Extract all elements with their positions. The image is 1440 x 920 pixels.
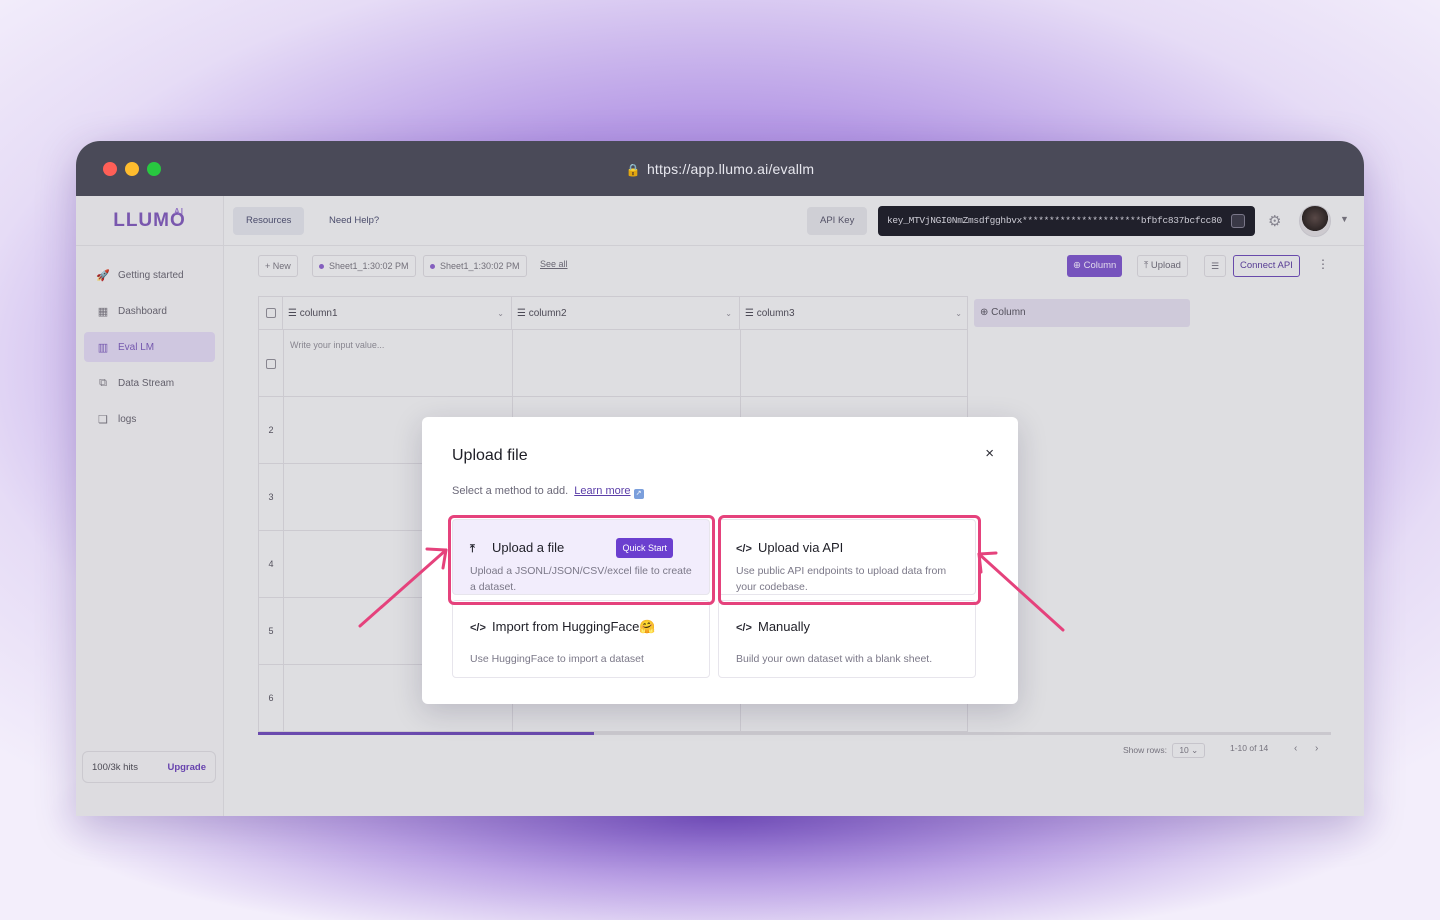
url-text: https://app.llumo.ai/evallm [646,161,815,177]
quick-start-badge: Quick Start [616,538,673,558]
card-description: Upload a JSONL/JSON/CSV/excel file to cr… [470,565,692,593]
title-bar: 🔒 https://app.llumo.ai/evallm [76,141,1364,196]
learn-more-link[interactable]: Learn more [574,485,630,497]
close-icon[interactable]: × [985,445,994,462]
card-title-text: Import from HuggingFace [492,619,640,634]
manually-card[interactable]: </> Manually Build your own dataset with … [718,600,976,678]
upload-via-api-card[interactable]: </> Upload via API Use public API endpoin… [718,519,976,595]
card-description: Build your own dataset with a blank shee… [736,653,933,665]
card-title: ⤒ Upload a file [470,540,564,556]
huggingface-card[interactable]: </> Import from HuggingFace🤗 Use HuggingF… [452,600,710,678]
upload-file-card[interactable]: ⤒ Upload a file Quick Start Upload a JSON… [452,519,710,595]
code-icon: </> [470,622,486,634]
card-title-text: Manually [758,619,811,634]
lock-icon: 🔒 [625,163,641,177]
card-title: </> Upload via API [736,540,843,555]
modal-subtitle-text: Select a method to add. [452,485,569,497]
huggingface-emoji-icon: 🤗 [639,619,656,634]
card-description: Use HuggingFace to import a dataset [470,653,644,665]
app: LLUMO AI 🚀 Getting started ▦ Dashboard ▥… [76,196,1364,816]
upload-icon: ⤒ [470,543,475,555]
code-icon: </> [736,543,752,555]
code-icon: </> [736,622,752,634]
external-link-icon: ↗ [633,489,644,499]
card-title: </> Manually [736,619,810,634]
card-title: </> Import from HuggingFace🤗 [470,619,656,635]
modal-subtitle: Select a method to add. Learn more ↗ [452,485,644,499]
browser-window: 🔒 https://app.llumo.ai/evallm LLUMO AI 🚀 … [76,141,1364,816]
upload-file-modal: Upload file × Select a method to add. Le… [422,417,1018,704]
address-bar[interactable]: 🔒 https://app.llumo.ai/evallm [76,161,1364,177]
modal-title: Upload file [452,447,528,464]
card-description: Use public API endpoints to upload data … [736,565,947,593]
card-title-text: Upload a file [492,540,565,555]
card-title-text: Upload via API [758,540,844,555]
